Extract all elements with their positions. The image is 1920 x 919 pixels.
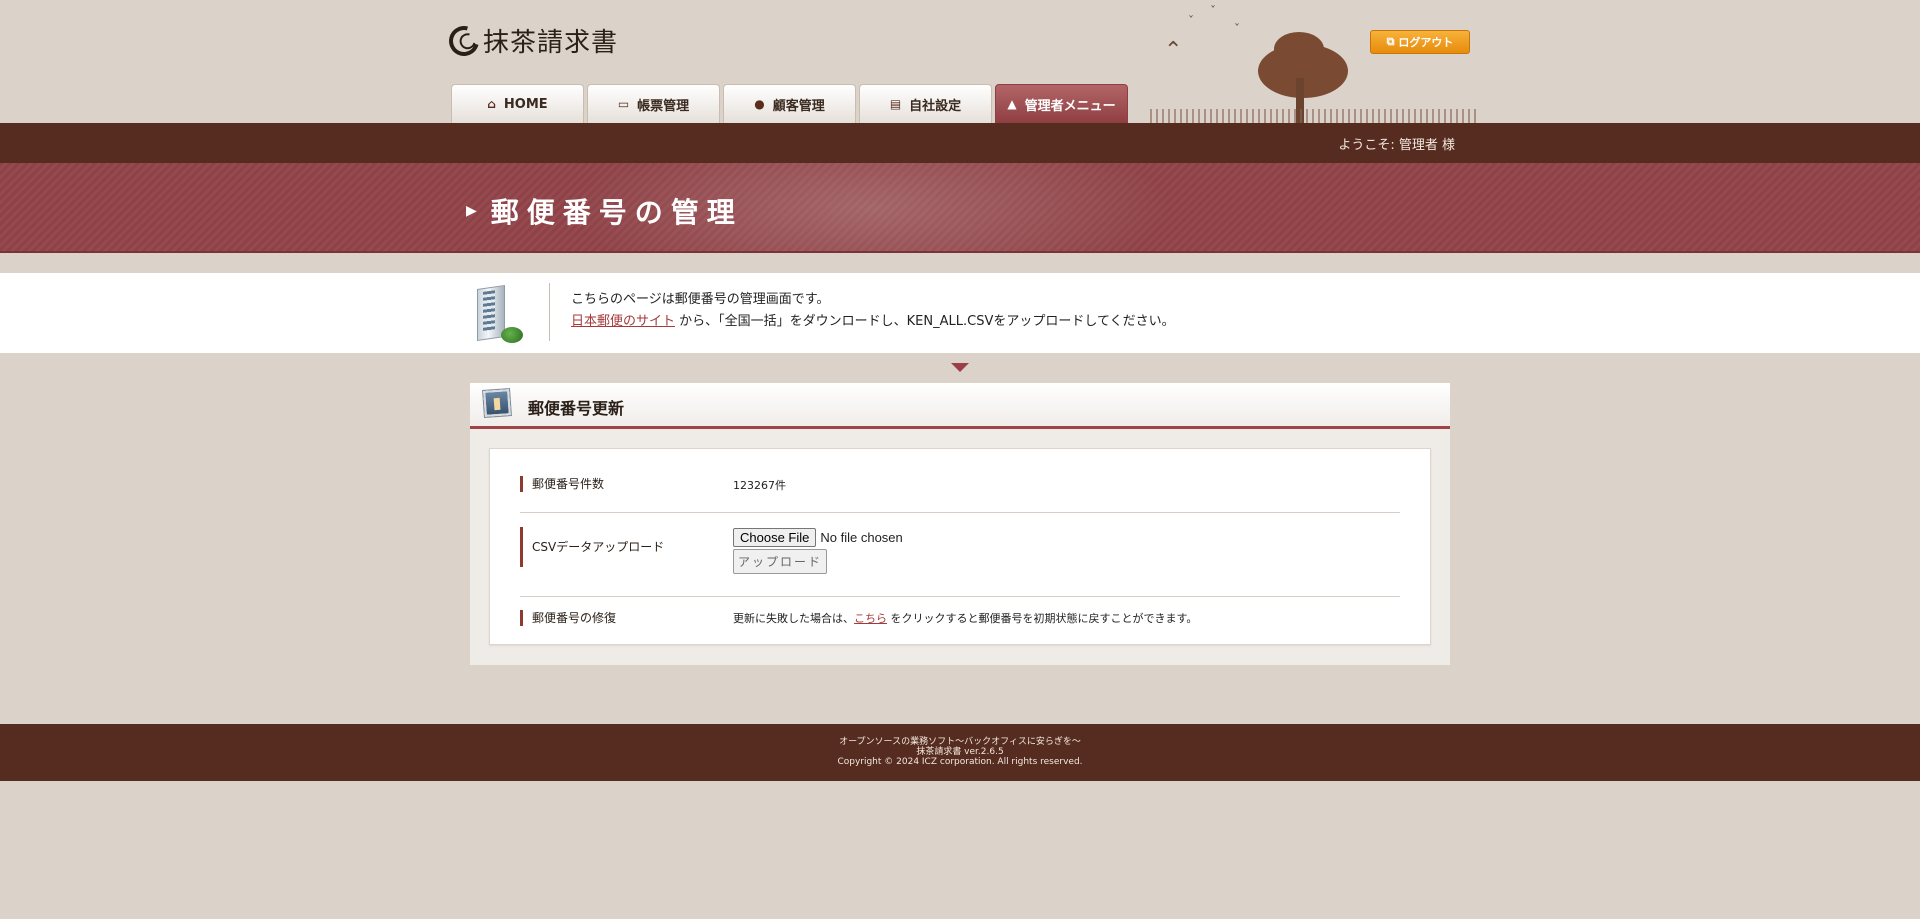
footer-version: 抹茶請求書 ver.2.6.5 [916, 747, 1004, 757]
csv-upload-label: CSVデータアップロード [520, 527, 664, 567]
page-title: ▶ 郵便番号の管理 [466, 191, 743, 231]
file-picker: Choose File No file chosen [733, 528, 903, 547]
company-icon: ▤ [889, 97, 902, 111]
row-postal-repair: 郵便番号の修復 更新に失敗した場合は、こちら をクリックすると郵便番号を初期状態… [520, 597, 1400, 641]
postal-update-panel: 郵便番号更新 郵便番号件数 123267件 CSVデータアップロード Choos… [470, 383, 1450, 665]
upload-button[interactable]: アップロード [733, 549, 828, 574]
logout-button[interactable]: ⧉ ログアウト [1370, 30, 1470, 54]
tab-label: 管理者メニュー [1024, 98, 1116, 114]
lock-icon: ▲ [1007, 97, 1017, 111]
shrub-decoration [501, 327, 523, 343]
welcome-text: ようこそ: 管理者 様 [1338, 138, 1455, 153]
tab-documents[interactable]: ▭ 帳票管理 [587, 84, 720, 123]
postal-form: 郵便番号件数 123267件 CSVデータアップロード Choose File N… [489, 448, 1431, 645]
upload-wrap: アップロード [733, 549, 903, 574]
bird-icon: ˇ [1234, 22, 1240, 36]
building-icon [473, 283, 525, 345]
page-title-band: ▶ 郵便番号の管理 [0, 163, 1920, 253]
app-logo[interactable]: 抹茶請求書 [443, 20, 619, 61]
tab-label: HOME [503, 96, 548, 112]
page-title-text: 郵便番号の管理 [490, 196, 743, 229]
footer-tagline: オープンソースの業務ソフト～バックオフィスに安らぎを～ [839, 737, 1081, 747]
chevron-right-icon: ▶ [466, 203, 477, 219]
bird-icon: ˇ [1188, 14, 1194, 28]
repair-text-after: をクリックすると郵便番号を初期状態に戻すことができます。 [887, 612, 1198, 625]
tree-crown [1274, 32, 1324, 66]
info-line-2-text: から、「全国一括」をダウンロードし、KEN_ALL.CSVをアップロードしてくだ… [675, 314, 1175, 329]
postal-count-value: 123267件 [733, 479, 786, 492]
panel-title: 郵便番号更新 [528, 399, 625, 418]
tab-label: 自社設定 [909, 98, 962, 114]
japan-post-link[interactable]: 日本郵便のサイト [571, 314, 675, 329]
logo-text: 抹茶請求書 [483, 28, 619, 58]
info-line-2: 日本郵便のサイト から、「全国一括」をダウンロードし、KEN_ALL.CSVをア… [571, 311, 1175, 333]
welcome-bar: ようこそ: 管理者 様 [0, 123, 1920, 163]
bird-icon: ⌃ [1164, 38, 1183, 63]
tab-label: 顧客管理 [772, 98, 825, 114]
file-status: No file chosen [820, 530, 903, 545]
postal-repair-text: 更新に失敗した場合は、こちら をクリックすると郵便番号を初期状態に戻すことができ… [733, 610, 1197, 626]
tab-admin-menu[interactable]: ▲ 管理者メニュー [995, 84, 1128, 123]
row-postal-count: 郵便番号件数 123267件 [520, 459, 1400, 513]
grass-decoration [1150, 109, 1480, 123]
bird-icon: ˇ [1210, 4, 1216, 18]
down-arrow-icon [951, 363, 969, 372]
postal-repair-label: 郵便番号の修復 [520, 610, 616, 626]
external-link-icon: ⧉ [1386, 35, 1395, 48]
repair-text-before: 更新に失敗した場合は、 [733, 612, 854, 625]
header: 抹茶請求書 ⌃ ˇ ˇ ˇ ⧉ ログアウト ⌂ HOME ▭ 帳票管理 ● 顧客… [0, 0, 1920, 123]
home-icon: ⌂ [487, 97, 496, 111]
choose-file-button[interactable]: Choose File [733, 528, 817, 547]
repair-link[interactable]: こちら [854, 612, 887, 625]
panel-header: 郵便番号更新 [470, 383, 1450, 429]
footer: オープンソースの業務ソフト～バックオフィスに安らぎを～ 抹茶請求書 ver.2.… [0, 724, 1920, 781]
row-csv-upload: CSVデータアップロード Choose File No file chosen ア… [520, 513, 1400, 597]
csv-upload-controls: Choose File No file chosen アップロード [733, 528, 903, 574]
info-line-1: こちらのページは郵便番号の管理画面です。 [571, 292, 830, 307]
logo-mark-icon [443, 20, 485, 61]
info-band: こちらのページは郵便番号の管理画面です。 日本郵便のサイト から、「全国一括」を… [0, 273, 1920, 353]
tab-company-settings[interactable]: ▤ 自社設定 [859, 84, 992, 123]
photo-frame-icon [483, 389, 511, 417]
info-text: こちらのページは郵便番号の管理画面です。 日本郵便のサイト から、「全国一括」を… [571, 289, 1175, 333]
header-scenery: ⌃ ˇ ˇ ˇ [1150, 0, 1480, 123]
info-divider [549, 283, 550, 341]
building-windows [483, 290, 495, 332]
book-icon: ▭ [617, 97, 630, 111]
tab-label: 帳票管理 [637, 98, 690, 114]
person-icon: ● [754, 97, 765, 111]
tab-customers[interactable]: ● 顧客管理 [723, 84, 856, 123]
tab-home[interactable]: ⌂ HOME [451, 84, 584, 123]
logout-label: ログアウト [1398, 36, 1454, 49]
postal-count-label: 郵便番号件数 [520, 476, 604, 492]
main-nav-tabs: ⌂ HOME ▭ 帳票管理 ● 顧客管理 ▤ 自社設定 ▲ 管理者メニュー [451, 84, 1128, 123]
footer-copyright: Copyright © 2024 ICZ corporation. All ri… [837, 757, 1083, 767]
